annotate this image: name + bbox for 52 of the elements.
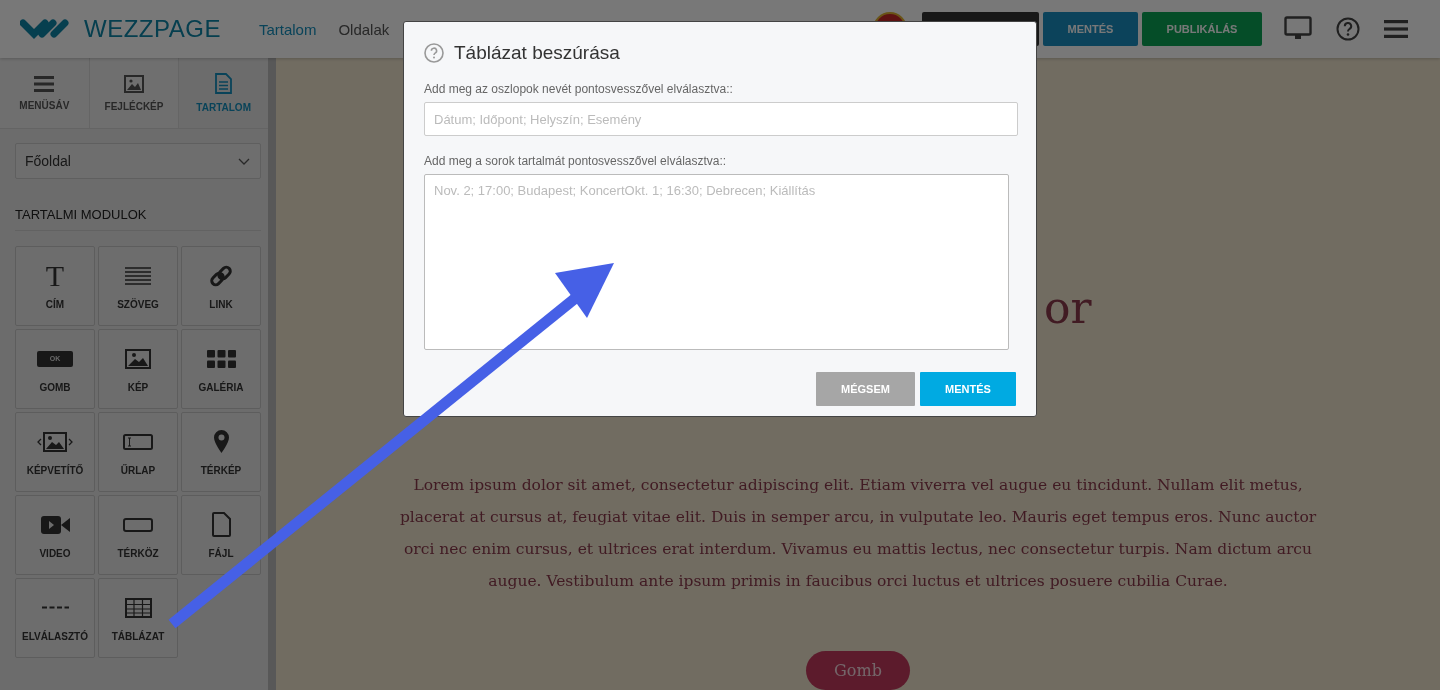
image-icon [124, 74, 144, 93]
section-title: TARTALMI MODULOK [15, 207, 261, 231]
logo-text: WEZZPAGE [84, 15, 221, 43]
dialog-title: Táblázat beszúrása [454, 42, 620, 64]
video-camera-icon [40, 515, 70, 534]
module-tile[interactable]: TÉRKÉP [181, 412, 261, 492]
input-field[interactable]: Dátum; Időpont; Helyszín; Esemény [424, 102, 1018, 136]
save-button[interactable]: MENTÉS [920, 372, 1016, 406]
input-field-icon [123, 433, 153, 450]
document-icon [215, 73, 233, 94]
nav-link[interactable]: Tartalom [258, 20, 317, 38]
table-icon [124, 597, 152, 618]
help-icon [424, 43, 444, 63]
body-paragraph: Lorem ipsum dolor sit amet, consectetur adipiscing elit. Etiam viverra vel augue eu tincidunt. Nullam elit metus, placerat at cursus at, feugiat vitae elit. Duis in semper arcu, in vulputate leo. Mauris eget tempus eros. Nunc auctor orci nec enim cursus, et ultrices erat interdum. Vivamus eu mattis lectus, nec consectetur turpis. Nam dictum arcu augue. Vestibulum ante ipsum primis in faucibus orci luctus et ultrices posuere cubilia Curae. [398, 475, 1318, 592]
file-icon [211, 512, 231, 537]
module-tile[interactable]: ŰRLAP [98, 412, 178, 492]
map-pin-icon [212, 429, 230, 454]
page-button[interactable]: Gomb [806, 651, 910, 690]
save-button[interactable]: MENTÉS [1043, 12, 1138, 46]
image-carousel-icon [37, 431, 73, 452]
module-tile[interactable]: FÁJL [181, 495, 261, 575]
module-tile[interactable]: VIDEO [15, 495, 95, 575]
text-lines-icon [125, 266, 151, 285]
module-tile[interactable]: KÉP [98, 329, 178, 409]
chevron-down-icon [238, 157, 250, 165]
module-tile[interactable]: LINK [181, 246, 261, 326]
rectangle-icon [123, 517, 153, 532]
help-icon[interactable] [1336, 17, 1360, 41]
page-heading: or [1044, 281, 1092, 335]
field-label: Add meg az oszlopok nevét pontosvesszővel elválasztva:: [424, 82, 734, 96]
letter-t-icon: T [45, 262, 65, 289]
dashed-line-icon [41, 606, 69, 609]
module-tile[interactable]: KÉPVETÍTŐ [15, 412, 95, 492]
module-tile[interactable]: GALÉRIA [181, 329, 261, 409]
monitor-icon[interactable] [1284, 16, 1312, 42]
menu-icon [34, 75, 55, 92]
nav-link[interactable]: Oldalak [338, 20, 390, 38]
field-label: Add meg a sorok tartalmát pontosvesszővel elválasztva:: [424, 154, 728, 168]
menu-icon[interactable] [1384, 20, 1408, 38]
module-tile[interactable]: T CÍM [15, 246, 95, 326]
grid-icon [206, 349, 236, 368]
module-tile[interactable]: TÉRKÖZ [98, 495, 178, 575]
publish-button[interactable]: PUBLIKÁLÁS [1142, 12, 1262, 46]
text-area[interactable]: Nov. 2; 17:00; Budapest; KoncertOkt. 1; 16:30; Debrecen; Kiállítás [424, 174, 1009, 350]
image-icon [125, 348, 151, 369]
sidebar-tab[interactable]: MENÜSÁV [0, 58, 90, 128]
cancel-button[interactable]: MÉGSEM [816, 372, 915, 406]
scrollbar[interactable] [268, 58, 276, 690]
page-select[interactable]: Főoldal [15, 143, 261, 179]
module-tile[interactable]: SZÖVEG [98, 246, 178, 326]
module-tile[interactable]: ELVÁLASZTÓ [15, 578, 95, 658]
module-tile[interactable]: TÁBLÁZAT [98, 578, 178, 658]
